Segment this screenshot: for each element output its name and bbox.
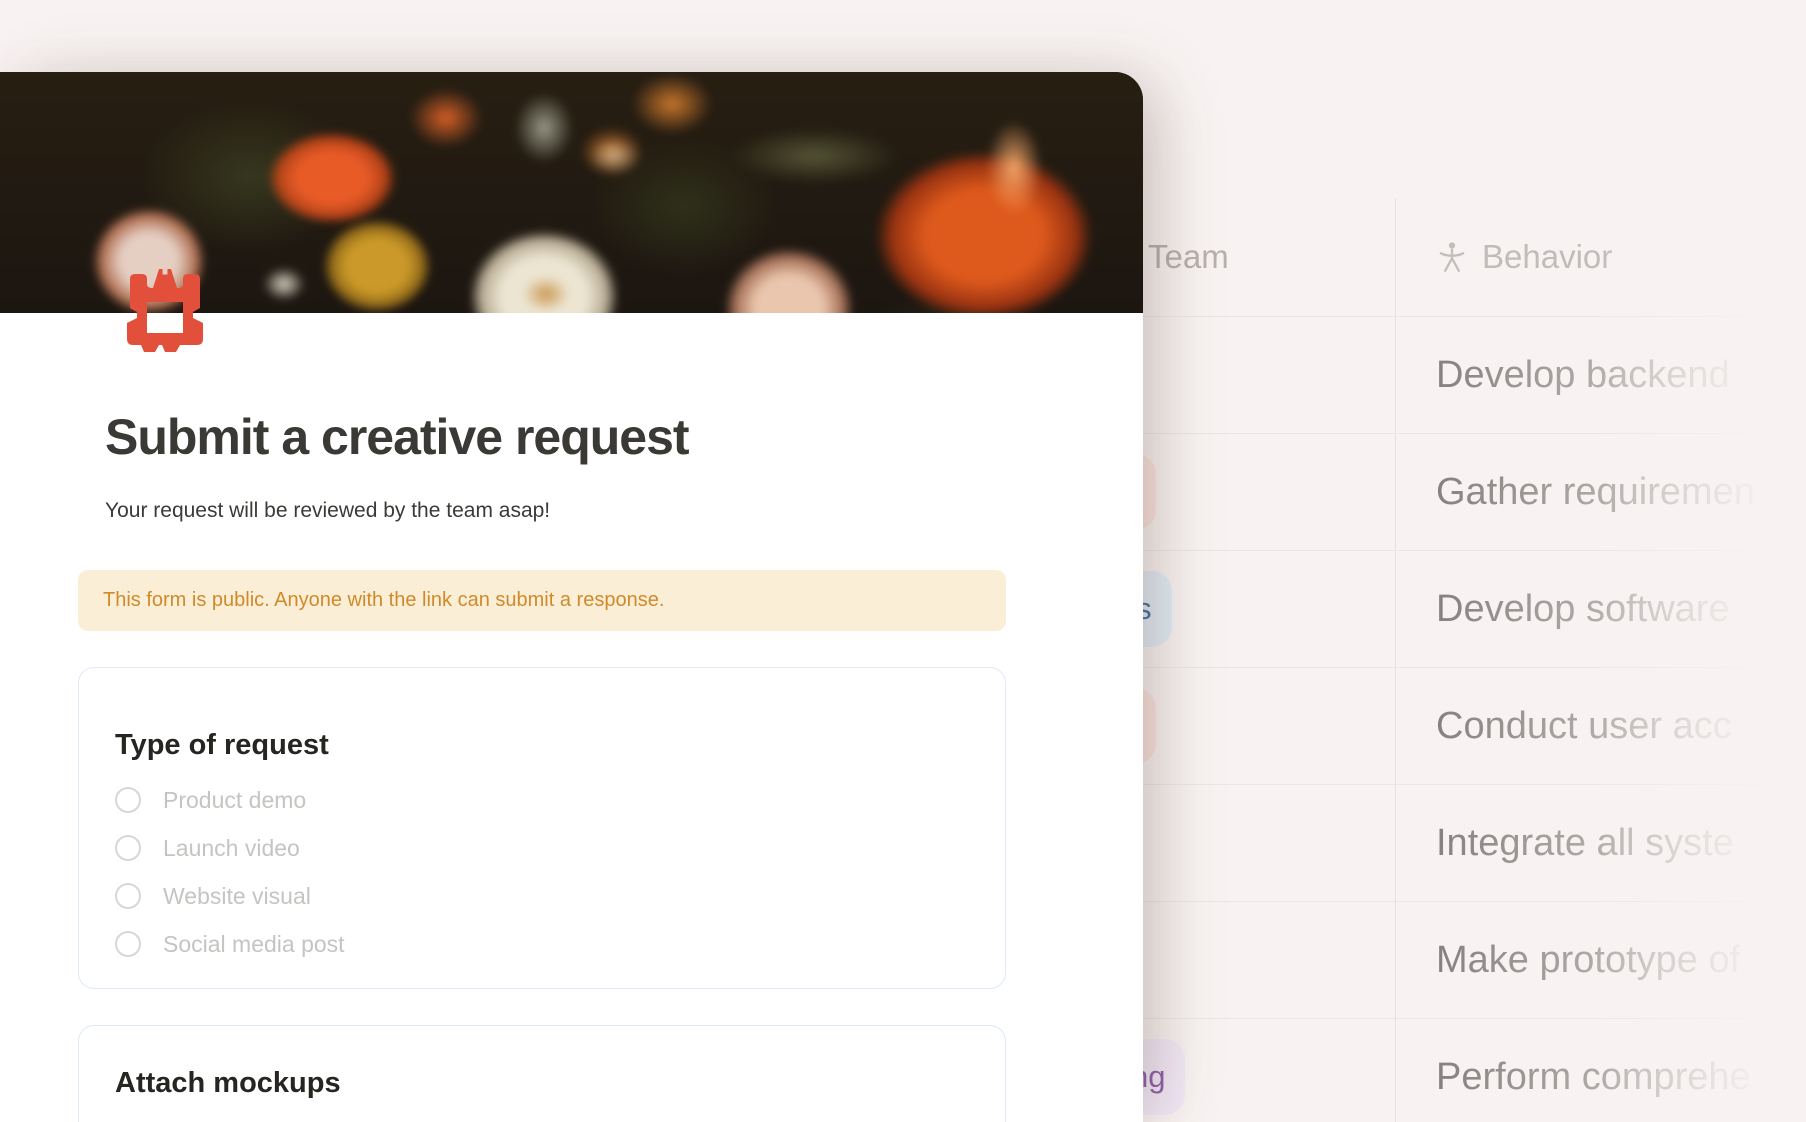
column-header-behavior[interactable]: Behavior	[1395, 198, 1806, 316]
radio-option-product-demo[interactable]: Product demo	[115, 776, 969, 824]
form-subtitle: Your request will be reviewed by the tea…	[105, 499, 551, 522]
behavior-text: Integrate all syste	[1436, 821, 1734, 864]
radio-option-group: Product demo Launch video Website visual…	[115, 776, 969, 968]
radio-button[interactable]	[115, 883, 141, 909]
radio-button[interactable]	[115, 835, 141, 861]
form-content: Submit a creative request Your request w…	[0, 407, 1143, 1122]
behavior-cell[interactable]: Make prototype of	[1395, 902, 1806, 1018]
radio-option-label: Website visual	[163, 882, 311, 909]
radio-button[interactable]	[115, 931, 141, 957]
radio-option-label: Product demo	[163, 786, 307, 813]
behavior-cell[interactable]: Integrate all syste	[1395, 785, 1806, 901]
behavior-cell[interactable]: Perform comprehe	[1395, 1019, 1806, 1122]
radio-button[interactable]	[115, 787, 141, 813]
behavior-cell[interactable]: Develop software	[1395, 551, 1806, 667]
radio-option-social-media-post[interactable]: Social media post	[115, 920, 969, 968]
question-card-type-of-request: Type of request Product demo Launch vide…	[78, 667, 1006, 989]
behavior-text: Make prototype of	[1436, 938, 1741, 981]
behavior-text: Perform comprehe	[1436, 1055, 1751, 1098]
behavior-text: Gather requiremen	[1436, 470, 1755, 513]
behavior-column-label: Behavior	[1482, 238, 1613, 275]
behavior-text: Develop backend	[1436, 353, 1730, 396]
public-form-banner-text: This form is public. Anyone with the lin…	[103, 589, 665, 611]
behavior-text: Conduct user acc	[1436, 704, 1732, 747]
question-label: Attach mockups	[115, 1067, 341, 1099]
behavior-cell[interactable]: Gather requiremen	[1395, 434, 1806, 550]
behavior-text: Develop software	[1436, 587, 1730, 630]
radio-option-label: Social media post	[163, 930, 345, 957]
form-panel: Submit a creative request Your request w…	[0, 72, 1143, 1122]
question-card-attach-mockups: Attach mockups	[78, 1025, 1006, 1122]
team-column-label: Team	[1148, 238, 1229, 275]
page-title: Submit a creative request	[105, 409, 690, 465]
behavior-cell[interactable]: Conduct user acc	[1395, 668, 1806, 784]
person-icon	[1439, 242, 1465, 272]
behavior-cell[interactable]: Develop backend	[1395, 317, 1806, 433]
radio-option-website-visual[interactable]: Website visual	[115, 872, 969, 920]
frame-logo-icon	[127, 269, 203, 352]
radio-option-launch-video[interactable]: Launch video	[115, 824, 969, 872]
question-label: Type of request	[115, 729, 329, 761]
public-form-banner: This form is public. Anyone with the lin…	[78, 570, 1006, 631]
radio-option-label: Launch video	[163, 834, 300, 861]
